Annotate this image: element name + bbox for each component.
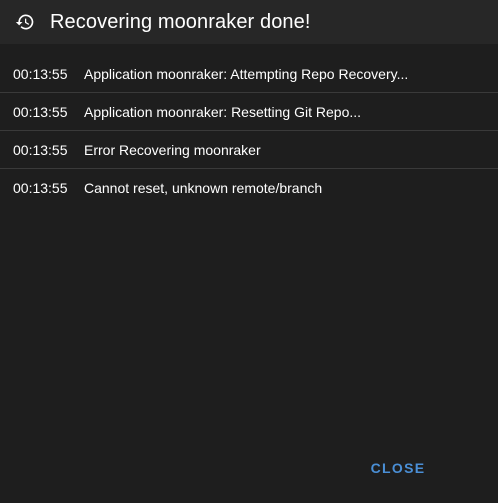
- log-row: 00:13:55 Application moonraker: Attempti…: [0, 55, 498, 93]
- log-message: Error Recovering moonraker: [84, 141, 261, 158]
- dialog-header: Recovering moonraker done!: [0, 0, 498, 44]
- log-time: 00:13:55: [13, 180, 68, 196]
- close-button[interactable]: CLOSE: [362, 453, 434, 483]
- recovery-dialog: Recovering moonraker done! 00:13:55 Appl…: [0, 0, 498, 503]
- log-message: Cannot reset, unknown remote/branch: [84, 180, 323, 196]
- history-icon: [15, 12, 35, 32]
- log-message: Application moonraker: Attempting Repo R…: [84, 65, 409, 82]
- dialog-title: Recovering moonraker done!: [50, 10, 311, 33]
- log-row: 00:13:55 Application moonraker: Resettin…: [0, 93, 498, 131]
- log-time: 00:13:55: [13, 141, 68, 158]
- log-row: 00:13:55 Cannot reset, unknown remote/br…: [0, 169, 498, 207]
- log-time: 00:13:55: [13, 103, 68, 120]
- log-list: 00:13:55 Application moonraker: Attempti…: [0, 55, 498, 207]
- log-message: Application moonraker: Resetting Git Rep…: [84, 103, 362, 120]
- log-row: 00:13:55 Error Recovering moonraker: [0, 131, 498, 169]
- log-time: 00:13:55: [13, 65, 68, 82]
- dialog-actions: CLOSE: [0, 453, 498, 483]
